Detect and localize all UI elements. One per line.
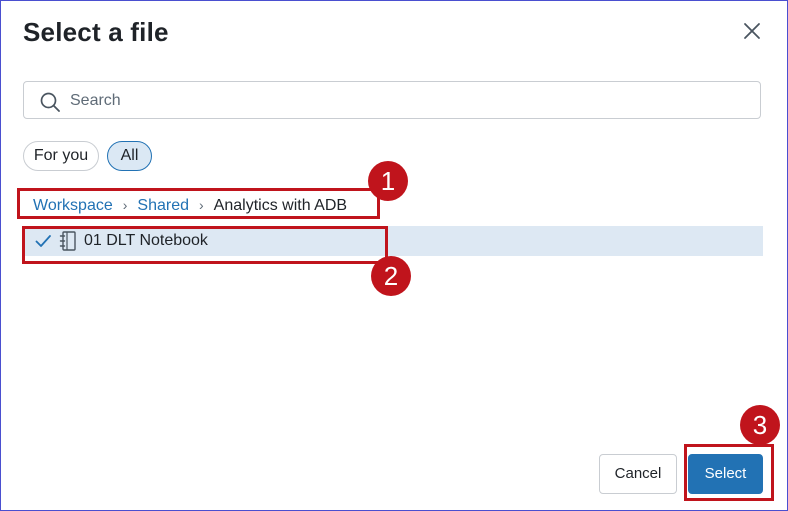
- search-icon: [40, 92, 60, 112]
- breadcrumb-shared[interactable]: Shared: [137, 197, 189, 214]
- select-file-dialog: Select a file For you All Workspace › Shar…: [0, 0, 788, 511]
- filter-chip-for-you[interactable]: For you: [23, 141, 99, 171]
- filter-chip-all[interactable]: All: [107, 141, 152, 171]
- dialog-title: Select a file: [23, 17, 169, 47]
- annotation-marker-3: 3: [740, 405, 780, 445]
- file-row-01-dlt-notebook[interactable]: 01 DLT Notebook: [23, 226, 763, 256]
- annotation-marker-2: 2: [371, 256, 411, 296]
- cancel-button[interactable]: Cancel: [599, 454, 677, 494]
- search-input[interactable]: [68, 88, 752, 114]
- file-name: 01 DLT Notebook: [84, 232, 208, 249]
- breadcrumb: Workspace › Shared › Analytics with ADB: [33, 197, 347, 215]
- notebook-icon: [59, 231, 76, 251]
- breadcrumb-separator: ›: [122, 197, 128, 213]
- select-button[interactable]: Select: [688, 454, 763, 494]
- search-box: [23, 81, 761, 119]
- breadcrumb-workspace[interactable]: Workspace: [33, 197, 113, 214]
- breadcrumb-separator: ›: [199, 197, 204, 213]
- annotation-marker-1: 1: [368, 161, 408, 201]
- checkmark-icon: [35, 235, 51, 247]
- close-icon[interactable]: [741, 20, 763, 42]
- breadcrumb-current-folder: Analytics with ADB: [213, 197, 348, 214]
